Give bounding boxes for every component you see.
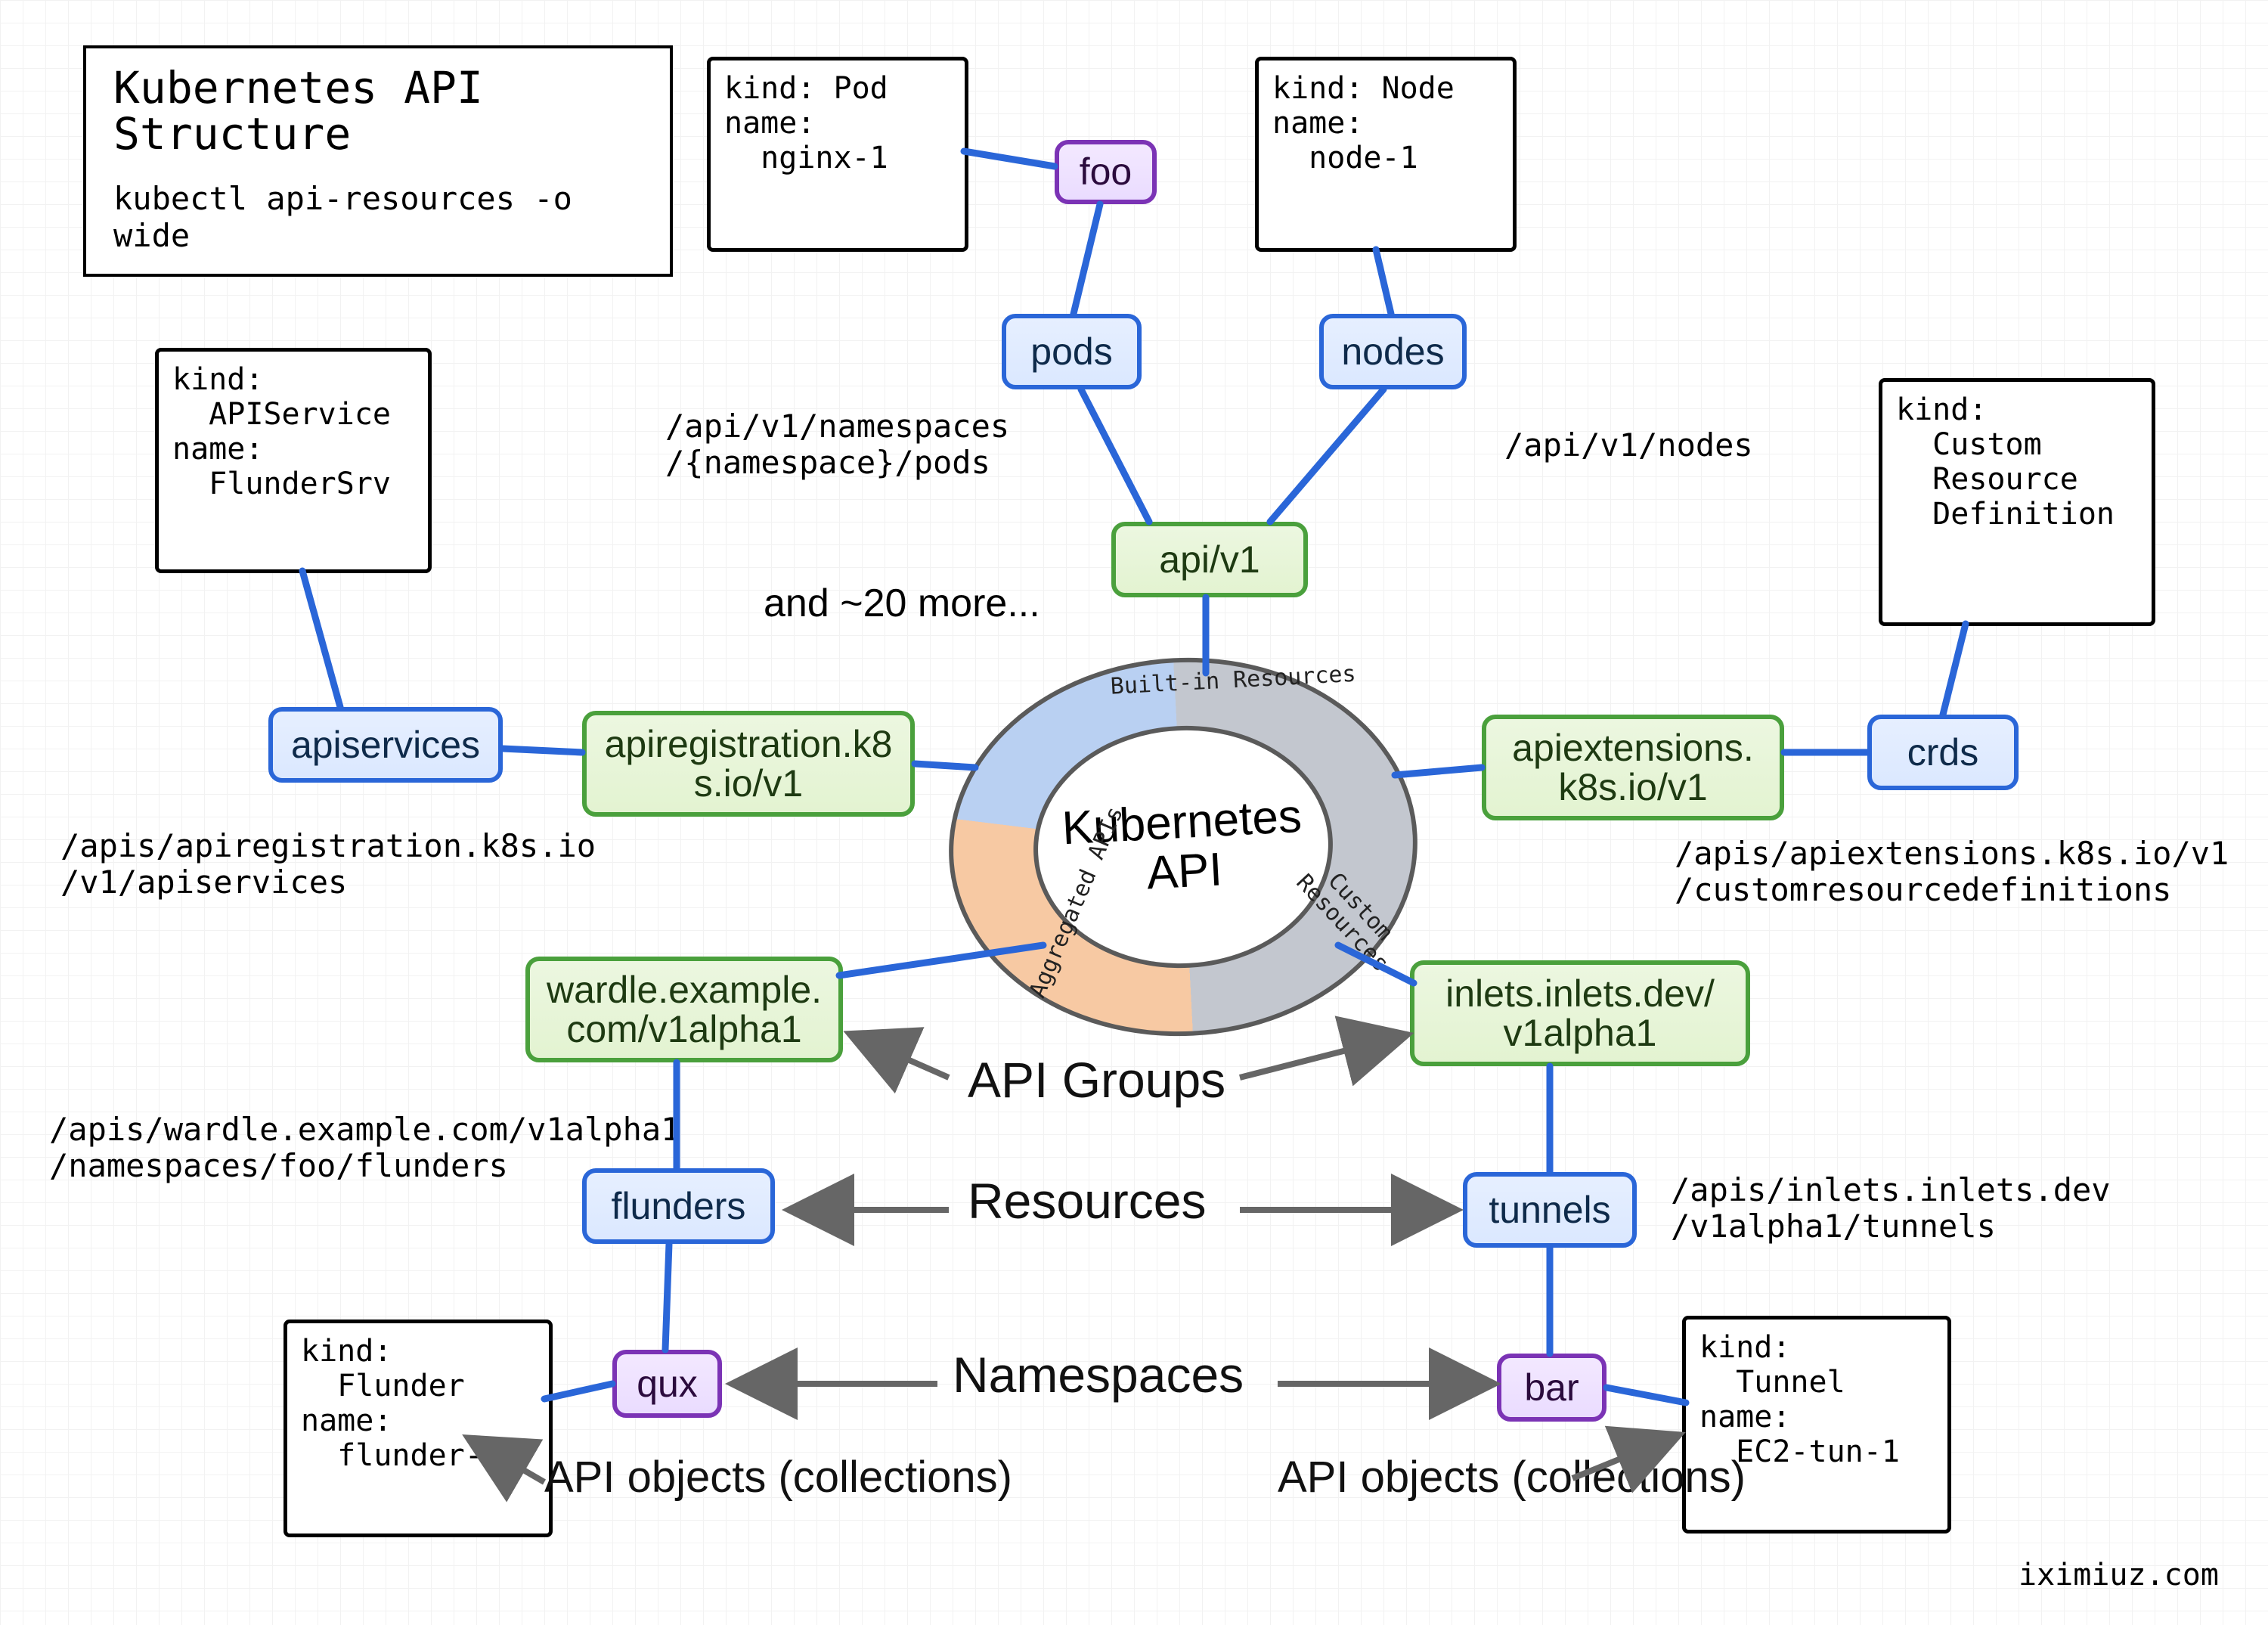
box-apiregistration: apiregistration.k8 s.io/v1 [582, 711, 915, 817]
card-flunder: kind: Flunder name: flunder-1 [284, 1320, 553, 1537]
legend-api-objects-right: API objects (collections) [1278, 1452, 1746, 1503]
box-apiservices: apiservices [268, 707, 503, 783]
kubectl-command: kubectl api-resources -o wide [113, 180, 643, 254]
path-wardle: /apis/wardle.example.com/v1alpha1 /names… [49, 1112, 680, 1185]
path-crds: /apis/apiextensions.k8s.io/v1 /customres… [1675, 836, 2229, 909]
title-card: Kubernetes API Structure kubectl api-res… [83, 45, 673, 277]
stack-flunder: kind: Flunder name: flunder-1 [284, 1320, 518, 1509]
path-pods: /api/v1/namespaces /{namespace}/pods [665, 408, 1009, 482]
path-inlets: /apis/inlets.inlets.dev /v1alpha1/tunnel… [1671, 1172, 2111, 1245]
legend-namespaces: Namespaces [953, 1346, 1244, 1403]
box-wardle: wardle.example. com/v1alpha1 [525, 957, 843, 1062]
card-node: kind: Node name: node-1 [1255, 57, 1517, 252]
box-foo: foo [1055, 140, 1157, 204]
path-apiservices: /apis/apiregistration.k8s.io /v1/apiserv… [60, 828, 596, 901]
box-apiv1: api/v1 [1111, 522, 1308, 597]
box-tunnels: tunnels [1463, 1172, 1637, 1248]
diagram-title: Kubernetes API Structure [113, 65, 643, 157]
kubernetes-api-donut: Kubernetes API Built-in Resources Custom… [939, 646, 1427, 1048]
box-crds: crds [1867, 715, 2019, 790]
box-bar: bar [1497, 1354, 1606, 1422]
path-nodes: /api/v1/nodes [1504, 427, 1753, 464]
box-pods: pods [1002, 314, 1142, 389]
box-apiextensions: apiextensions. k8s.io/v1 [1482, 715, 1784, 820]
box-qux: qux [612, 1350, 722, 1418]
attribution: iximiuz.com [2019, 1558, 2219, 1592]
legend-api-groups: API Groups [968, 1051, 1225, 1109]
legend-resources: Resources [968, 1172, 1206, 1230]
card-crd: kind: Custom Resource Definition [1879, 378, 2155, 626]
stack-pod: kind: Pod name: nginx-1 [707, 57, 934, 223]
note-and-more: and ~20 more... [764, 582, 1040, 625]
card-apiservice: kind: APIService name: FlunderSrv [155, 348, 432, 573]
stack-crd: kind: Custom Resource Definition [1879, 378, 2121, 597]
legend-api-objects-left: API objects (collections) [544, 1452, 1012, 1503]
stack-node: kind: Node name: node-1 [1255, 57, 1482, 223]
stack-apiservice: kind: APIService name: FlunderSrv [155, 348, 397, 544]
card-pod: kind: Pod name: nginx-1 [707, 57, 968, 252]
box-nodes: nodes [1319, 314, 1467, 389]
box-inlets: inlets.inlets.dev/ v1alpha1 [1410, 960, 1750, 1066]
